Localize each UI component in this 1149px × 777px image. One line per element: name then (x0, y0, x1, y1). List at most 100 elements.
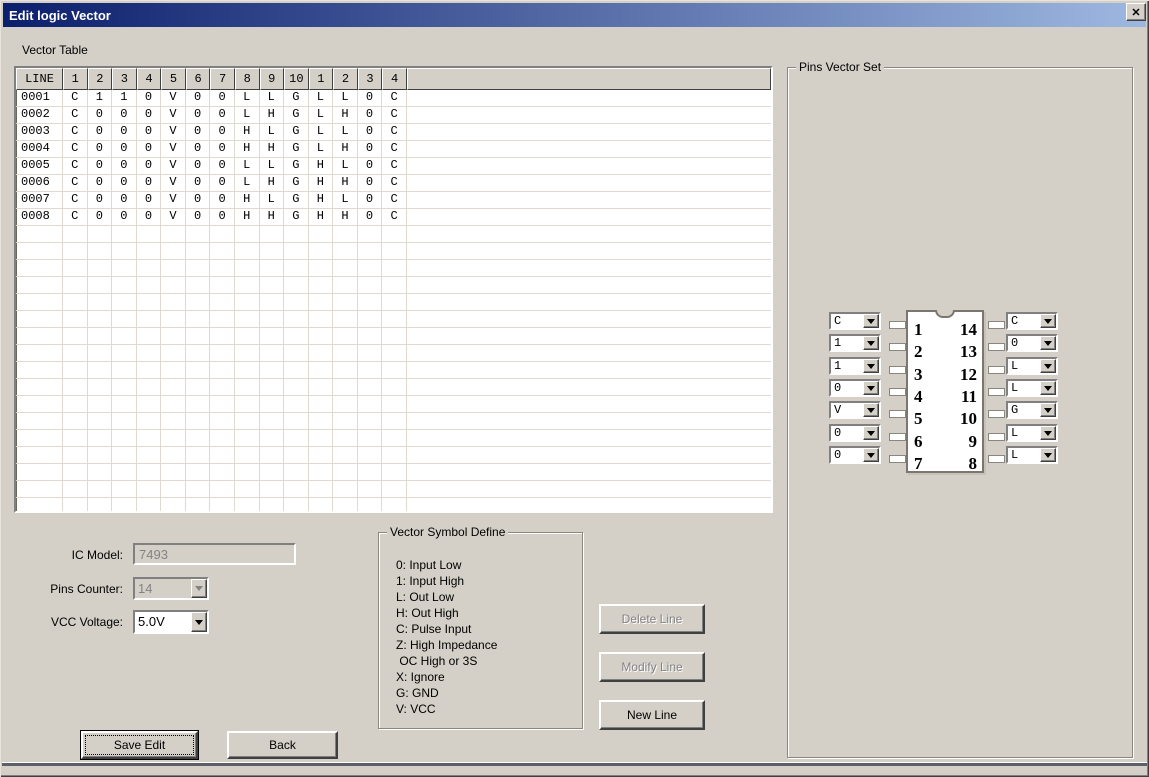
empty-cell (63, 277, 88, 294)
empty-cell (260, 413, 285, 430)
empty-cell (333, 277, 358, 294)
empty-cell (63, 311, 88, 328)
delete-line-button: Delete Line (599, 604, 705, 634)
pin-11-combobox[interactable]: L (1006, 379, 1058, 397)
empty-cell (186, 328, 211, 345)
pin-6-combobox[interactable]: 0 (829, 424, 881, 442)
line-number-cell: 0004 (16, 141, 63, 158)
empty-cell (382, 226, 407, 243)
empty-cell (333, 311, 358, 328)
table-row[interactable]: 0007C000V00HLGHL0C (16, 192, 771, 209)
pin-3-combobox[interactable]: 1 (829, 357, 881, 375)
empty-cell (112, 396, 137, 413)
chevron-down-icon (1044, 453, 1052, 458)
empty-cell (260, 311, 285, 328)
pin-2-combobox[interactable]: 1 (829, 334, 881, 352)
pin-7-stub (889, 455, 906, 463)
back-button[interactable]: Back (227, 731, 338, 759)
empty-cell (186, 413, 211, 430)
chevron-down-icon (867, 386, 875, 391)
empty-cell (210, 430, 235, 447)
pin-7-combobox[interactable]: 0 (829, 446, 881, 464)
pin-value-cell: 0 (358, 124, 383, 141)
pin-13-combobox-dropdown-button[interactable] (1040, 336, 1056, 350)
table-row[interactable]: 0002C000V00LHGLH0C (16, 107, 771, 124)
pin-4-combobox-dropdown-button[interactable] (863, 381, 879, 395)
pin-9-combobox[interactable]: L (1006, 424, 1058, 442)
empty-cell (210, 345, 235, 362)
chevron-down-icon (867, 364, 875, 369)
pin-14-combobox[interactable]: C (1006, 312, 1058, 330)
pin-1-combobox-dropdown-button[interactable] (863, 314, 879, 328)
filler-cell (407, 107, 771, 124)
pin-8-combobox-value: L (1008, 448, 1040, 462)
empty-cell (186, 396, 211, 413)
empty-cell (210, 481, 235, 498)
pin-9-combobox-dropdown-button[interactable] (1040, 426, 1056, 440)
table-row[interactable]: 0001C110V00LLGLL0C (16, 90, 771, 107)
empty-cell (63, 362, 88, 379)
pins-vector-set-group: Pins Vector Set C1121304V5060714C13012L1… (787, 67, 1133, 758)
pin-5-combobox[interactable]: V (829, 401, 881, 419)
pin-5-combobox-dropdown-button[interactable] (863, 403, 879, 417)
pin-13-combobox[interactable]: 0 (1006, 334, 1058, 352)
table-row[interactable]: 0008C000V00HHGHH0C (16, 209, 771, 226)
pin-value-cell: L (260, 124, 285, 141)
vcc-voltage-dropdown-button[interactable] (191, 612, 207, 632)
pin-8-combobox[interactable]: L (1006, 446, 1058, 464)
column-header-pin: 2 (333, 68, 358, 90)
ic-model-input: 7493 (133, 543, 296, 565)
empty-cell (333, 294, 358, 311)
pin-value-cell: C (63, 107, 88, 124)
pin-value-cell: 0 (186, 141, 211, 158)
table-row[interactable]: 0004C000V00HHGLH0C (16, 141, 771, 158)
chevron-down-icon (1044, 364, 1052, 369)
pin-value-cell: 1 (88, 90, 113, 107)
save-edit-button[interactable]: Save Edit (81, 731, 198, 759)
empty-cell (161, 413, 186, 430)
empty-cell (63, 294, 88, 311)
empty-cell (112, 226, 137, 243)
pin-14-combobox-dropdown-button[interactable] (1040, 314, 1056, 328)
pin-value-cell: V (161, 209, 186, 226)
empty-cell (137, 243, 162, 260)
pin-value-cell: C (63, 175, 88, 192)
close-button[interactable]: ✕ (1126, 3, 1146, 21)
pin-3-combobox-dropdown-button[interactable] (863, 359, 879, 373)
empty-cell (16, 311, 63, 328)
filler-cell (407, 209, 771, 226)
pin-10-combobox[interactable]: G (1006, 401, 1058, 419)
title-bar[interactable]: Edit logic Vector (3, 3, 1146, 27)
table-row[interactable]: 0005C000V00LLGHL0C (16, 158, 771, 175)
empty-table-row (16, 311, 771, 328)
empty-cell (88, 345, 113, 362)
pin-6-combobox-dropdown-button[interactable] (863, 426, 879, 440)
pin-7-combobox-dropdown-button[interactable] (863, 448, 879, 462)
pin-2-combobox-dropdown-button[interactable] (863, 336, 879, 350)
pin-10-combobox-dropdown-button[interactable] (1040, 403, 1056, 417)
empty-cell (358, 498, 383, 513)
vcc-voltage-combobox[interactable]: 5.0V (133, 610, 209, 634)
empty-cell (16, 277, 63, 294)
pin-11-combobox-dropdown-button[interactable] (1040, 381, 1056, 395)
pin-10-stub (988, 410, 1005, 418)
pin-4-combobox[interactable]: 0 (829, 379, 881, 397)
empty-cell (210, 447, 235, 464)
vector-table-header: LINE123456789101234 (16, 68, 771, 90)
pin-1-combobox[interactable]: C (829, 312, 881, 330)
line-number-cell: 0001 (16, 90, 63, 107)
empty-cell (309, 260, 334, 277)
empty-cell (382, 481, 407, 498)
pin-12-combobox[interactable]: L (1006, 357, 1058, 375)
column-header-pin: 2 (88, 68, 113, 90)
table-row[interactable]: 0003C000V00HLGLL0C (16, 124, 771, 141)
pin-value-cell: 0 (137, 192, 162, 209)
table-row[interactable]: 0006C000V00LHGHH0C (16, 175, 771, 192)
pin-value-cell: 0 (186, 90, 211, 107)
empty-cell (161, 362, 186, 379)
pin-12-combobox-dropdown-button[interactable] (1040, 359, 1056, 373)
new-line-button[interactable]: New Line (599, 700, 705, 730)
empty-cell (137, 481, 162, 498)
pin-value-cell: 0 (210, 192, 235, 209)
pin-8-combobox-dropdown-button[interactable] (1040, 448, 1056, 462)
